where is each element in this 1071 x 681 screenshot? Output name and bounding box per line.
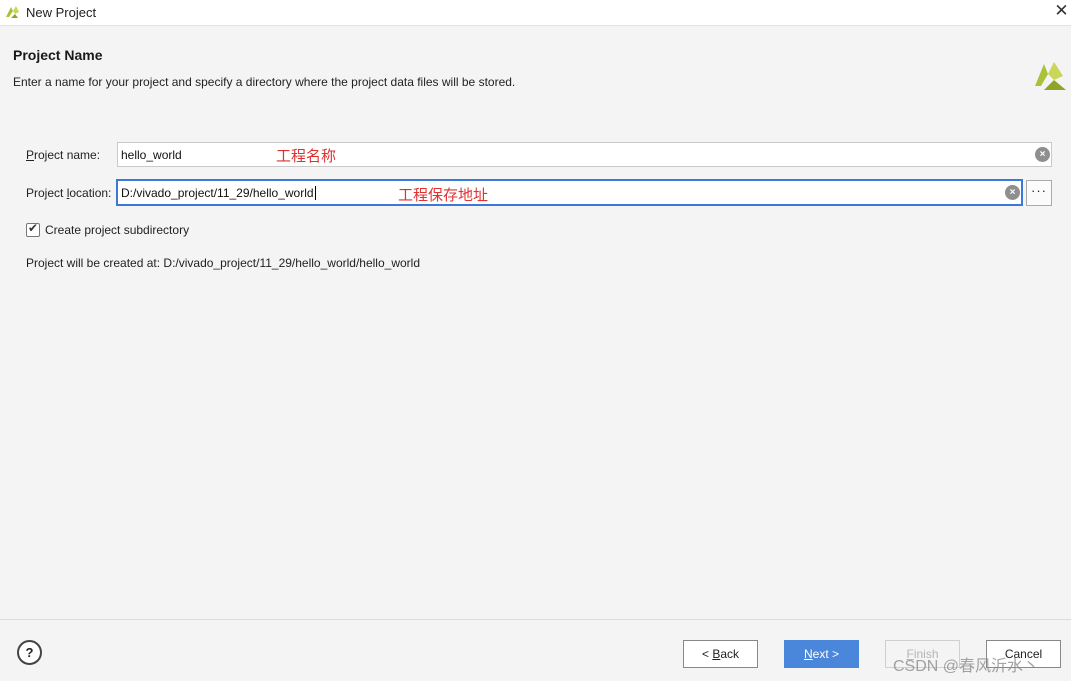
vivado-logo-icon	[1035, 62, 1066, 90]
text-caret	[314, 186, 316, 200]
project-name-value: hello_world	[121, 148, 182, 162]
project-location-label-rest: ocation:	[69, 186, 112, 200]
vivado-logo-icon	[6, 6, 19, 18]
page-description: Enter a name for your project and specif…	[13, 75, 516, 89]
project-location-value: D:/vivado_project/11_29/hello_world	[121, 186, 314, 200]
project-location-input[interactable]: D:/vivado_project/11_29/hello_world ×	[117, 180, 1022, 205]
help-icon[interactable]: ?	[17, 640, 42, 665]
next-button-rest: ext >	[812, 647, 840, 661]
project-location-label: Project location:	[26, 186, 111, 200]
back-button-prefix: <	[701, 647, 713, 661]
window-titlebar: New Project ✕	[0, 0, 1071, 26]
project-name-input[interactable]: hello_world ×	[117, 142, 1052, 167]
project-location-text: D:/vivado_project/11_29/hello_world	[121, 186, 316, 200]
create-subdirectory-label[interactable]: Create project subdirectory	[45, 223, 189, 237]
project-name-annotation: 工程名称	[276, 148, 337, 165]
project-name-label-mnemonic: P	[26, 148, 35, 162]
checkmark-icon: ✔	[28, 221, 39, 235]
create-subdirectory-checkbox[interactable]: ✔	[26, 221, 40, 237]
clear-circle-icon[interactable]: ×	[1035, 147, 1050, 162]
back-button[interactable]: < Back	[683, 640, 758, 668]
project-path-summary: Project will be created at: D:/vivado_pr…	[26, 256, 420, 270]
project-location-annotation: 工程保存地址	[398, 187, 489, 204]
next-button[interactable]: Next >	[784, 640, 859, 668]
browse-button[interactable]: ···	[1026, 180, 1052, 206]
csdn-watermark: CSDN @春风沂水丶	[893, 658, 1040, 675]
back-button-rest: ack	[720, 647, 740, 661]
wizard-header: Project Name Enter a name for your proje…	[0, 27, 1071, 105]
close-button[interactable]: ✕	[1052, 0, 1071, 24]
footer-divider	[0, 619, 1071, 620]
next-button-mnemonic: N	[803, 647, 813, 661]
project-name-label-rest: roject name:	[34, 148, 101, 162]
clear-circle-icon[interactable]: ×	[1005, 185, 1020, 200]
page-title: Project Name	[13, 47, 103, 63]
project-name-label: Project name:	[26, 148, 100, 162]
project-location-label-prefix: Project	[26, 186, 67, 200]
window-title: New Project	[26, 5, 97, 20]
